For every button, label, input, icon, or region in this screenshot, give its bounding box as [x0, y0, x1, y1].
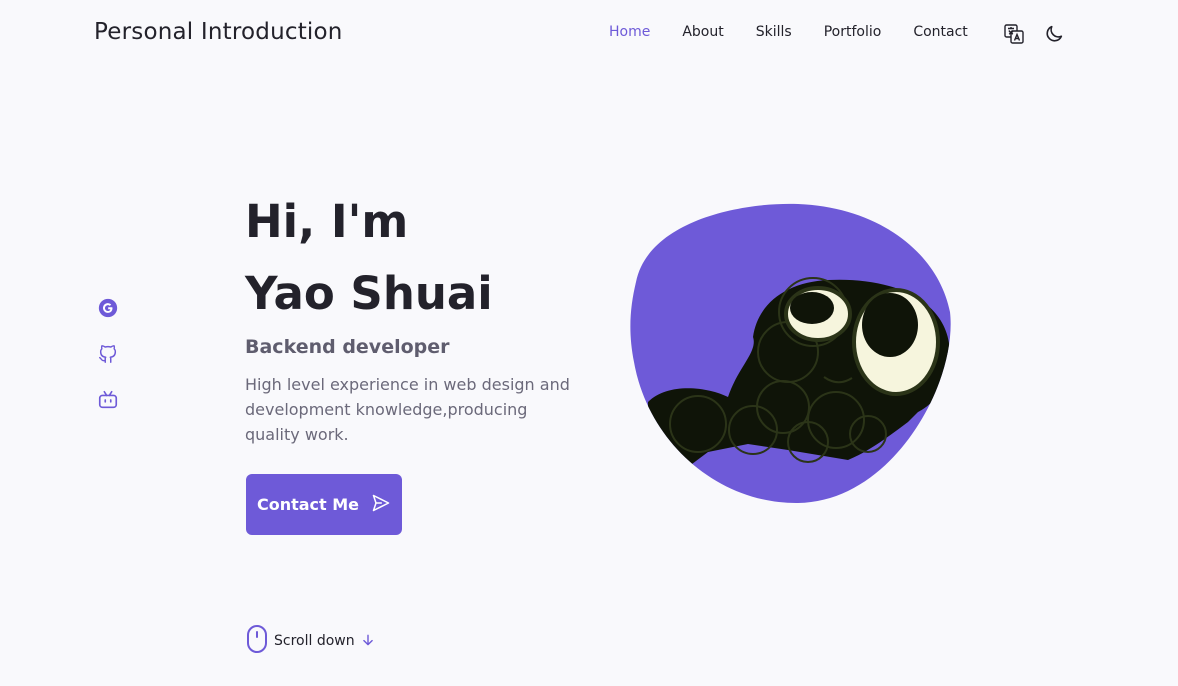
bilibili-icon[interactable]: [96, 388, 120, 412]
hero-image: [628, 202, 954, 506]
arrow-down-icon: [361, 632, 375, 651]
send-icon: [371, 493, 391, 517]
nav-item-skills[interactable]: Skills: [756, 24, 792, 40]
hero-intro: Hi, I'm Yao Shuai Backend developer High…: [245, 186, 605, 447]
header-actions: [1002, 22, 1066, 46]
social-links: [96, 296, 120, 412]
contact-me-label: Contact Me: [256, 495, 360, 514]
header: Personal Introduction Home About Skills …: [0, 0, 1178, 66]
hero-role: Backend developer: [245, 336, 450, 358]
hero-name: Yao Shuai: [245, 267, 493, 320]
github-icon[interactable]: [96, 342, 120, 366]
main-nav: Home About Skills Portfolio Contact: [609, 24, 968, 40]
translate-icon[interactable]: [1002, 22, 1026, 46]
contact-me-button[interactable]: Contact Me: [246, 474, 402, 535]
scroll-down-label: Scroll down: [274, 633, 355, 649]
scroll-down-link[interactable]: Scroll down: [246, 625, 375, 657]
mouse-icon: [246, 625, 268, 657]
hero-description: High level experience in web design and …: [245, 375, 570, 444]
nav-item-contact[interactable]: Contact: [913, 24, 967, 40]
nav-item-home[interactable]: Home: [609, 24, 650, 40]
site-logo[interactable]: Personal Introduction: [94, 19, 343, 45]
nav-item-about[interactable]: About: [682, 24, 723, 40]
moon-icon[interactable]: [1042, 22, 1066, 46]
hero-greeting: Hi, I'm: [245, 195, 409, 248]
nav-item-portfolio[interactable]: Portfolio: [824, 24, 882, 40]
google-icon[interactable]: [96, 296, 120, 320]
